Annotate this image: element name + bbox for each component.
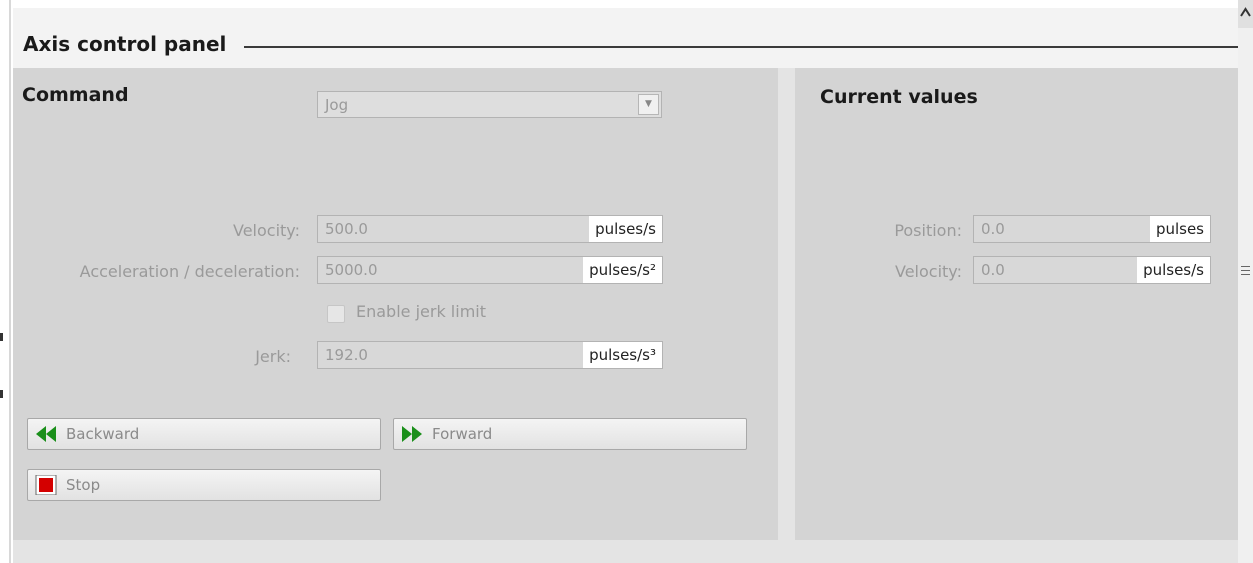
current-values-section	[795, 68, 1238, 540]
current-velocity-unit: pulses/s	[1137, 257, 1210, 283]
chevron-down-icon[interactable]: ▼	[638, 94, 659, 115]
acceleration-unit: pulses/s²	[583, 257, 662, 283]
forward-label: Forward	[432, 425, 493, 443]
jerk-field[interactable]: 192.0 pulses/s³	[317, 341, 663, 369]
position-unit: pulses	[1149, 216, 1210, 242]
position-label: Position:	[894, 221, 962, 240]
jerk-limit-label: Enable jerk limit	[356, 302, 486, 321]
forward-button[interactable]: Forward	[393, 418, 747, 450]
double-arrow-left-icon	[36, 426, 56, 442]
stop-button[interactable]: Stop	[27, 469, 381, 501]
acceleration-label: Acceleration / deceleration:	[79, 262, 300, 281]
stop-label: Stop	[66, 476, 101, 494]
scroll-grip-icon[interactable]	[1241, 266, 1250, 278]
vertical-scrollbar[interactable]	[1238, 0, 1253, 563]
panel-title: Axis control panel	[23, 32, 227, 56]
command-mode-value: Jog	[325, 96, 349, 114]
velocity-unit: pulses/s	[589, 216, 662, 242]
jerk-label: Jerk:	[255, 347, 291, 366]
stop-square-icon	[35, 475, 57, 495]
jerk-limit-checkbox[interactable]	[327, 305, 345, 323]
command-title: Command	[22, 84, 129, 106]
velocity-field[interactable]: 500.0 pulses/s	[317, 215, 663, 243]
acceleration-value: 5000.0	[325, 261, 378, 279]
double-arrow-right-icon	[402, 426, 422, 442]
current-velocity-field: 0.0 pulses/s	[973, 256, 1211, 284]
backward-label: Backward	[66, 425, 140, 443]
left-splitter-mark	[0, 333, 3, 341]
chevron-up-icon	[1240, 7, 1251, 17]
velocity-value: 500.0	[325, 220, 368, 238]
title-rule	[244, 46, 1238, 48]
section-gap	[778, 68, 795, 540]
command-mode-dropdown[interactable]: Jog ▼	[317, 91, 662, 118]
scroll-up-button[interactable]	[1238, 0, 1253, 28]
bottom-strip	[13, 540, 1238, 563]
left-splitter-mark	[0, 390, 3, 398]
jerk-value: 192.0	[325, 346, 368, 364]
current-velocity-label: Velocity:	[895, 262, 962, 281]
backward-button[interactable]: Backward	[27, 418, 381, 450]
acceleration-field[interactable]: 5000.0 pulses/s²	[317, 256, 663, 284]
left-edge-line	[9, 0, 11, 563]
velocity-label: Velocity:	[233, 221, 300, 240]
position-field: 0.0 pulses	[973, 215, 1211, 243]
jerk-unit: pulses/s³	[583, 342, 662, 368]
position-value: 0.0	[981, 220, 1005, 238]
current-velocity-value: 0.0	[981, 261, 1005, 279]
current-values-title: Current values	[820, 86, 978, 108]
